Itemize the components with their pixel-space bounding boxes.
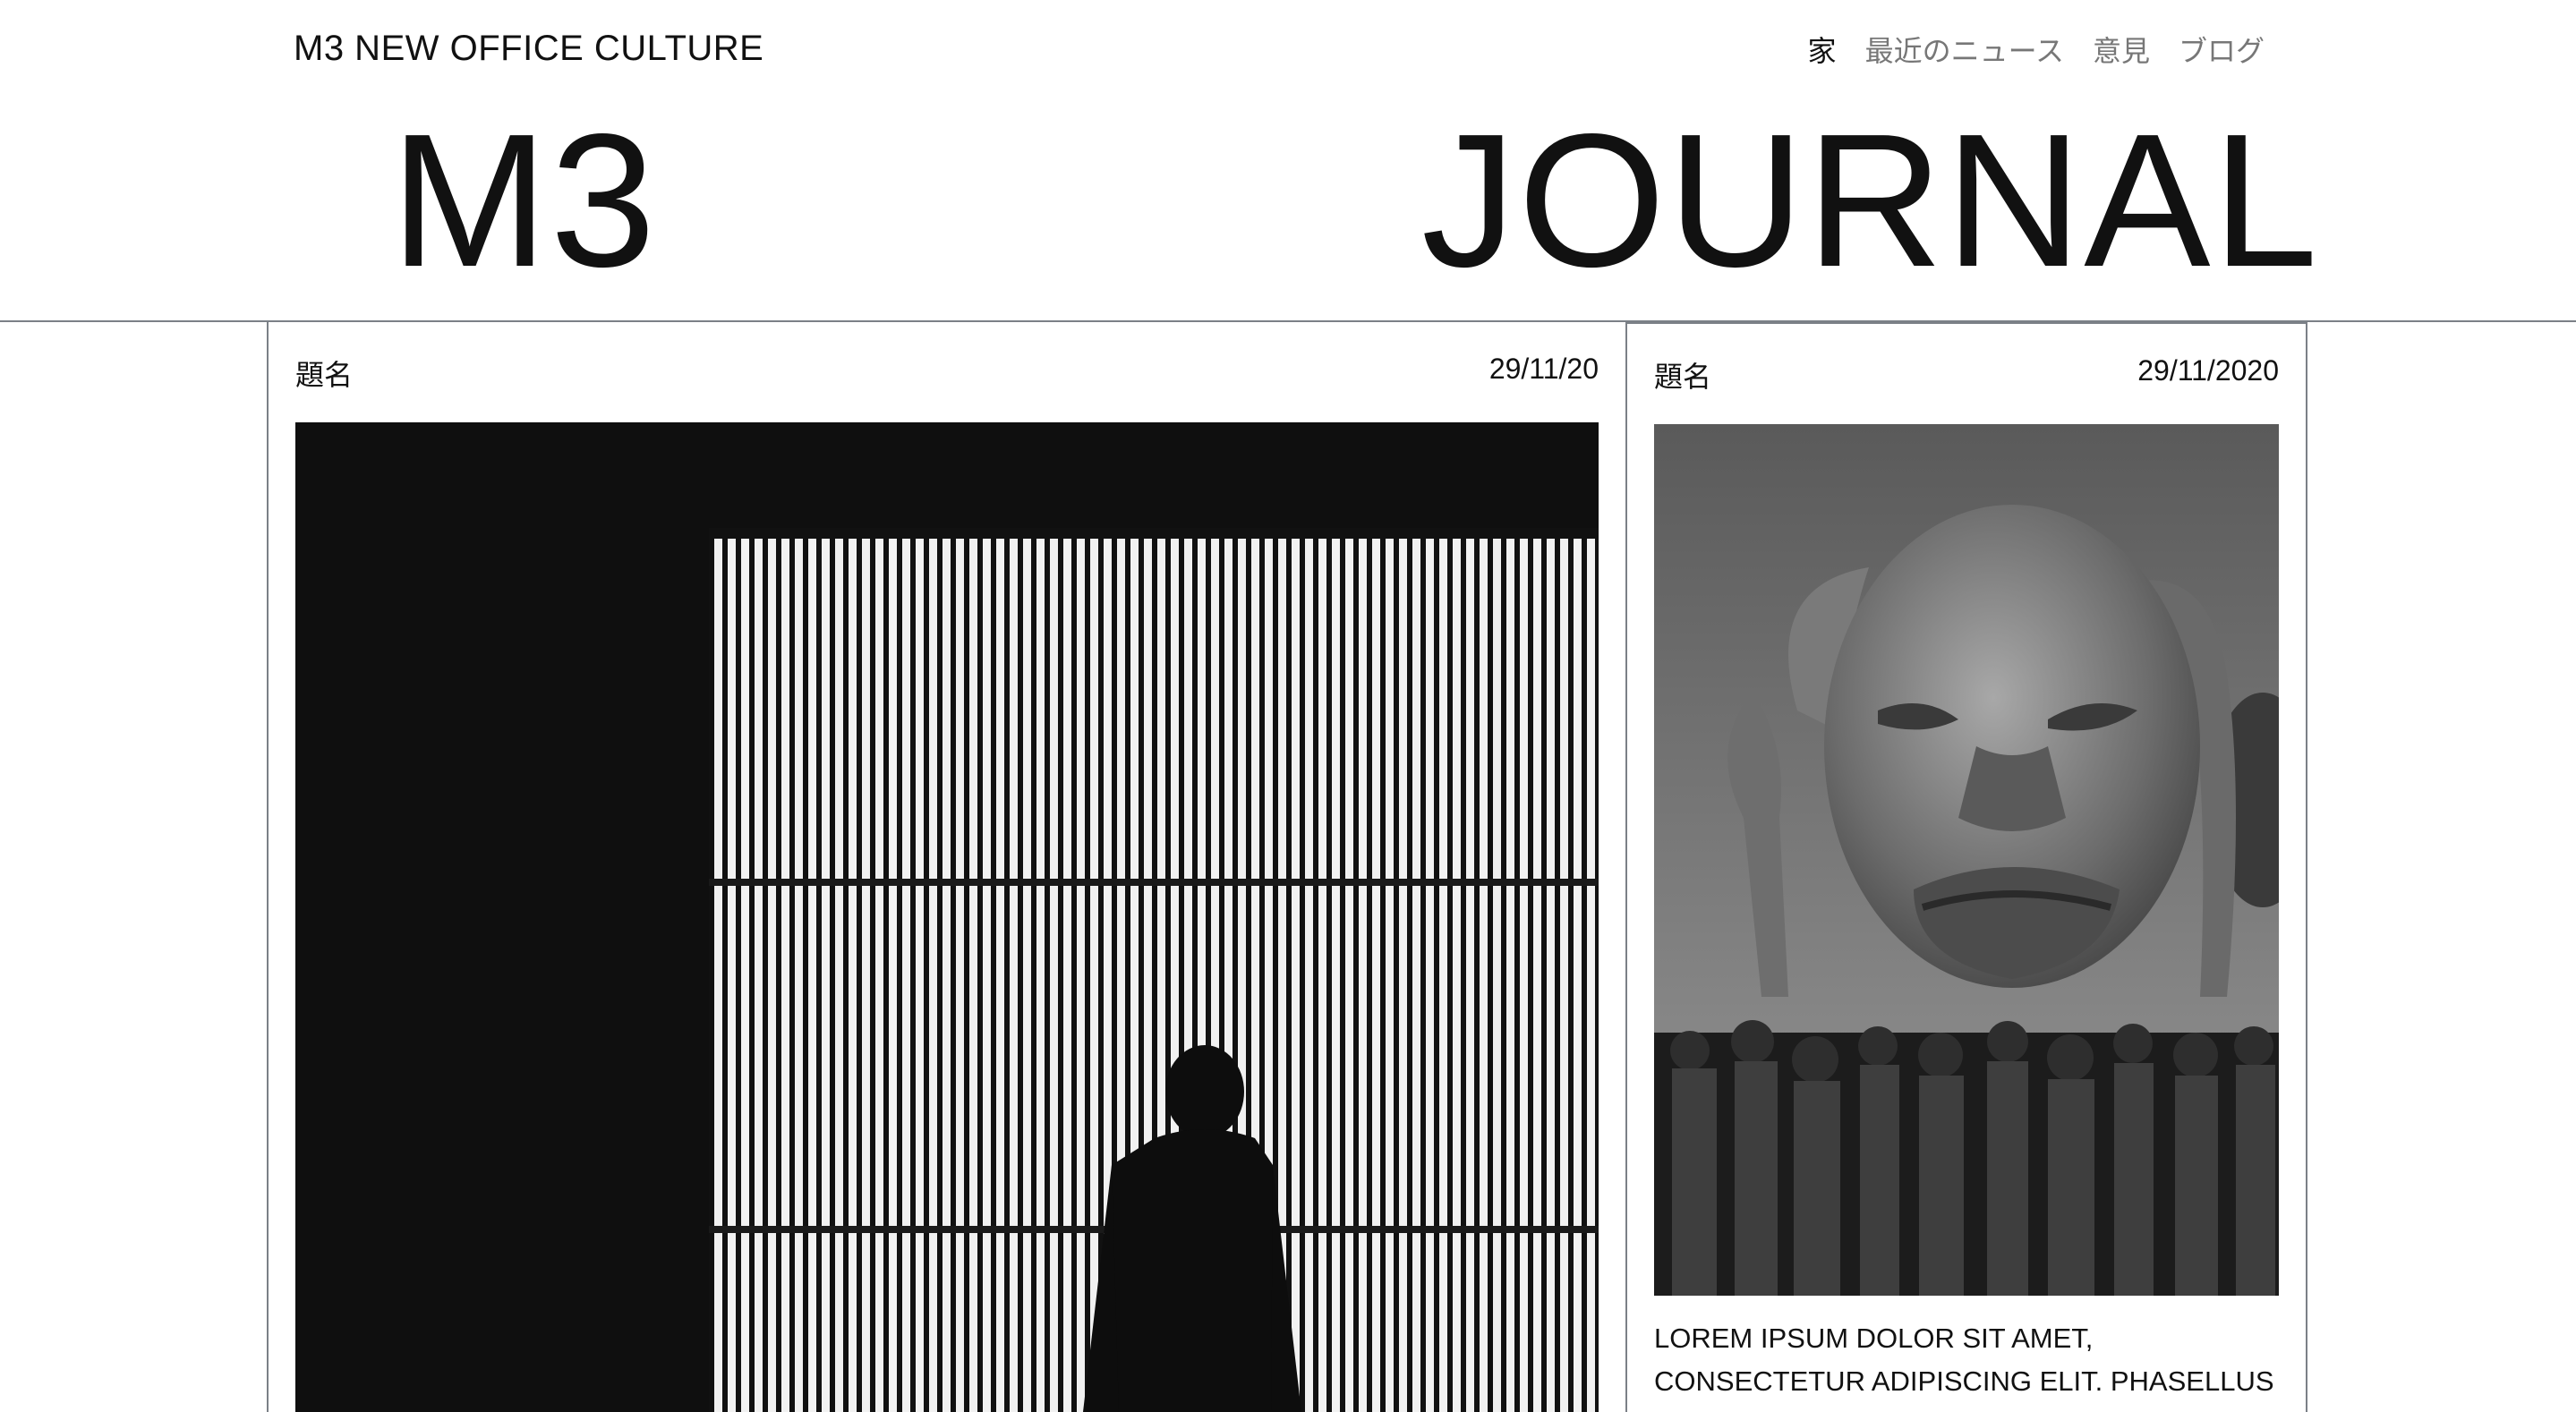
article-card[interactable]: 題名 29/11/2020 LOREM IPSUM DOLOR SIT AMET…	[1625, 322, 2307, 1412]
card-date: 29/11/20	[1488, 353, 1599, 385]
brand-link[interactable]: M3 NEW OFFICE CULTURE	[294, 29, 763, 69]
main-nav: 家 最近のニュース 意見 ブログ	[1808, 29, 2265, 70]
card-title: 題名	[295, 359, 354, 391]
nav-item-blog[interactable]: ブログ	[2179, 29, 2265, 70]
card-excerpt: LOREM IPSUM DOLOR SIT AMET, CONSECTETUR …	[1654, 1323, 2274, 1412]
site-header: M3 NEW OFFICE CULTURE 家 最近のニュース 意見 ブログ M…	[0, 0, 2576, 322]
silhouette-light-wall-photo[interactable]	[295, 422, 1599, 1412]
nav-item-recent-news[interactable]: 最近のニュース	[1865, 29, 2064, 70]
nav-item-home[interactable]: 家	[1808, 29, 1837, 70]
masthead-title-right: JOURNAL	[1421, 94, 2320, 306]
nav-item-opinion[interactable]: 意見	[2093, 29, 2150, 70]
article-card-featured[interactable]: 題名 29/11/20	[267, 322, 1627, 1412]
card-title: 題名	[1654, 361, 1712, 393]
card-date: 29/11/2020	[2137, 354, 2279, 387]
giant-inflatable-head-crowd-photo[interactable]	[1654, 424, 2279, 1296]
masthead-title-left: M3	[390, 94, 658, 306]
